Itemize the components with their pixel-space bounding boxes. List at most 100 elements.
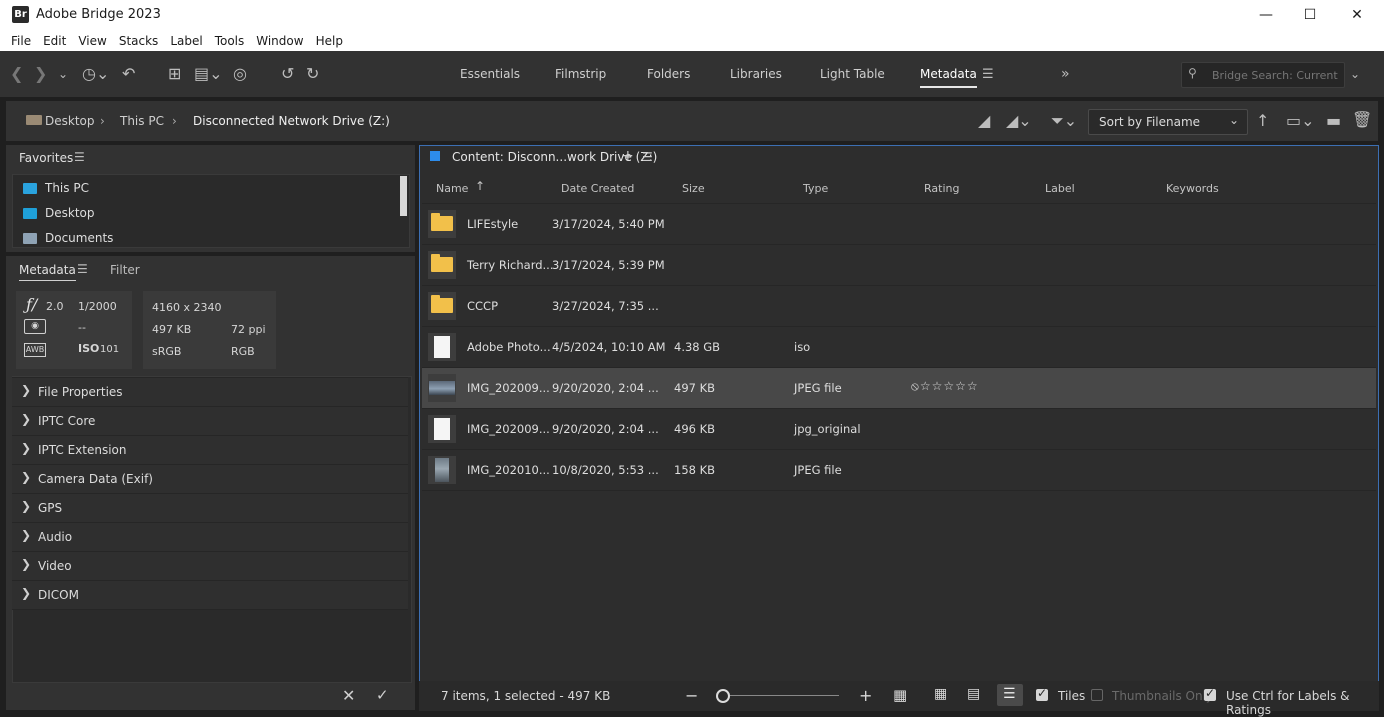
sort-ascending-icon[interactable]: ↑	[1256, 112, 1269, 130]
thumbnails-only-label: Thumbnails Only	[1112, 689, 1214, 703]
boomerang-icon[interactable]: ↶	[122, 65, 135, 83]
section-iptc-core[interactable]: ❯ IPTC Core	[12, 406, 408, 435]
workspace-light-table[interactable]: Light Table	[820, 67, 885, 81]
add-tab-icon[interactable]: +	[622, 148, 634, 164]
thumbnail	[428, 415, 456, 443]
grid-lock-icon[interactable]: ▦	[893, 686, 907, 704]
workspace-libraries[interactable]: Libraries	[730, 67, 782, 81]
panel-menu-icon[interactable]: ☰	[642, 150, 653, 164]
menu-help[interactable]: Help	[310, 34, 349, 48]
photo-thumbnail	[429, 381, 455, 395]
menu-window[interactable]: Window	[250, 34, 309, 48]
column-label[interactable]: Label	[1045, 182, 1075, 195]
breadcrumb-desktop[interactable]: Desktop	[45, 114, 95, 128]
file-date: 9/20/2020, 2:04 ...	[552, 381, 659, 395]
breadcrumb-current[interactable]: Disconnected Network Drive (Z:)	[193, 114, 390, 128]
column-date-created[interactable]: Date Created	[561, 182, 634, 195]
thumbnail	[428, 333, 456, 361]
tiles-checkbox[interactable]	[1036, 686, 1048, 701]
open-recent-folder-icon[interactable]: ▭⌄	[1286, 112, 1315, 130]
workspace-menu-icon[interactable]: ☰	[982, 66, 994, 84]
computer-icon	[23, 182, 37, 194]
thumbnail-view-icon[interactable]: ▦	[934, 686, 947, 702]
menu-file[interactable]: File	[0, 34, 37, 48]
menu-label[interactable]: Label	[164, 34, 208, 48]
ctrl-labels-checkbox[interactable]	[1204, 686, 1216, 701]
new-folder-icon[interactable]: ▬	[1326, 112, 1341, 130]
menu-view[interactable]: View	[72, 34, 112, 48]
refine-icon[interactable]: ▤⌄	[194, 65, 223, 83]
menu-edit[interactable]: Edit	[37, 34, 72, 48]
section-video[interactable]: ❯ Video	[12, 551, 408, 580]
filter-tab[interactable]: Filter	[110, 263, 140, 277]
panel-menu-icon[interactable]: ☰	[74, 150, 85, 164]
section-audio[interactable]: ❯ Audio	[12, 522, 408, 551]
history-icon[interactable]: ◷⌄	[82, 65, 109, 83]
cancel-icon[interactable]: ✕	[342, 686, 355, 705]
favorites-tab[interactable]: Favorites	[19, 151, 73, 165]
zoom-out-icon[interactable]: −	[685, 686, 698, 705]
favorite-desktop[interactable]: Desktop	[23, 206, 95, 220]
recent-dropdown-icon[interactable]: ⌄	[58, 65, 68, 83]
menu-stacks[interactable]: Stacks	[113, 34, 164, 48]
ctrl-labels-label: Use Ctrl for Labels & Ratings	[1226, 689, 1350, 717]
filter-icon[interactable]: ⏷⌄	[1051, 112, 1077, 130]
sort-dropdown[interactable]: Sort by Filename ⌄	[1088, 109, 1248, 135]
search-dropdown-icon[interactable]: ⌄	[1350, 65, 1360, 83]
file-row[interactable]: IMG_202009... 9/20/2020, 2:04 ... 496 KB…	[422, 409, 1376, 450]
details-view-icon[interactable]: ▤	[967, 686, 980, 702]
shutter-value: 1/2000	[78, 300, 117, 313]
workspace-filmstrip[interactable]: Filmstrip	[555, 67, 606, 81]
file-row[interactable]: IMG_202010... 10/8/2020, 5:53 ... 158 KB…	[422, 450, 1376, 491]
column-type[interactable]: Type	[803, 182, 828, 195]
list-view-button[interactable]: ☰	[997, 684, 1023, 706]
workspace-essentials[interactable]: Essentials	[460, 67, 520, 81]
favorites-panel: Favorites ☰ This PC Desktop Documents	[6, 145, 415, 252]
file-row[interactable]: Terry Richard... 3/17/2024, 5:39 PM	[422, 245, 1376, 286]
rotate-left-icon[interactable]: ↺	[281, 65, 294, 83]
maximize-button[interactable]: ☐	[1287, 0, 1333, 30]
section-file-properties[interactable]: ❯ File Properties	[12, 377, 408, 406]
camera-import-icon[interactable]: ⊞	[168, 65, 181, 83]
section-gps[interactable]: ❯ GPS	[12, 493, 408, 522]
tiles-label: Tiles	[1058, 689, 1086, 703]
forward-icon[interactable]: ❯	[34, 65, 47, 83]
more-workspaces-icon[interactable]: »	[1061, 65, 1070, 83]
section-iptc-extension[interactable]: ❯ IPTC Extension	[12, 435, 408, 464]
section-camera-data[interactable]: ❯ Camera Data (Exif)	[12, 464, 408, 493]
search-input[interactable]	[1210, 66, 1342, 84]
file-row[interactable]: LIFEstyle 3/17/2024, 5:40 PM	[422, 204, 1376, 245]
column-size[interactable]: Size	[682, 182, 705, 195]
breadcrumb-this-pc[interactable]: This PC	[120, 114, 164, 128]
slider-handle[interactable]	[716, 689, 730, 703]
file-row[interactable]: Adobe Photo... 4/5/2024, 10:10 AM 4.38 G…	[422, 327, 1376, 368]
quality-options-icon[interactable]: ◢	[978, 112, 990, 130]
panel-menu-icon[interactable]: ☰	[77, 262, 88, 276]
favorite-documents[interactable]: Documents	[23, 231, 113, 245]
metadata-tab[interactable]: Metadata	[19, 263, 76, 281]
column-rating[interactable]: Rating	[924, 182, 959, 195]
menu-tools[interactable]: Tools	[209, 34, 251, 48]
minimize-button[interactable]: —	[1243, 0, 1289, 30]
column-name[interactable]: Name	[436, 182, 468, 195]
thumbnails-only-checkbox[interactable]	[1091, 689, 1103, 701]
column-keywords[interactable]: Keywords	[1166, 182, 1219, 195]
back-icon[interactable]: ❮	[10, 65, 23, 83]
favorite-this-pc[interactable]: This PC	[23, 181, 89, 195]
thumbnail-size-slider[interactable]	[721, 695, 839, 696]
file-size: 496 KB	[674, 422, 716, 436]
section-dicom[interactable]: ❯ DICOM	[12, 580, 408, 610]
rotate-right-icon[interactable]: ↻	[306, 65, 319, 83]
zoom-in-icon[interactable]: +	[859, 686, 872, 705]
delete-icon[interactable]: 🗑	[1352, 111, 1372, 129]
rating-filter-icon[interactable]: ◢⌄	[1006, 112, 1032, 130]
close-button[interactable]: ✕	[1334, 0, 1380, 30]
rating-stars[interactable]: ⦸☆☆☆☆☆	[911, 379, 979, 394]
workspace-folders[interactable]: Folders	[647, 67, 690, 81]
open-in-camera-raw-icon[interactable]: ◎	[233, 65, 247, 83]
file-row-selected[interactable]: IMG_202009... 9/20/2020, 2:04 ... 497 KB…	[422, 368, 1376, 409]
apply-icon[interactable]: ✓	[376, 686, 389, 704]
file-row[interactable]: CCCP 3/27/2024, 7:35 ...	[422, 286, 1376, 327]
favorites-scrollbar[interactable]	[400, 176, 407, 216]
workspace-metadata[interactable]: Metadata	[920, 67, 977, 88]
